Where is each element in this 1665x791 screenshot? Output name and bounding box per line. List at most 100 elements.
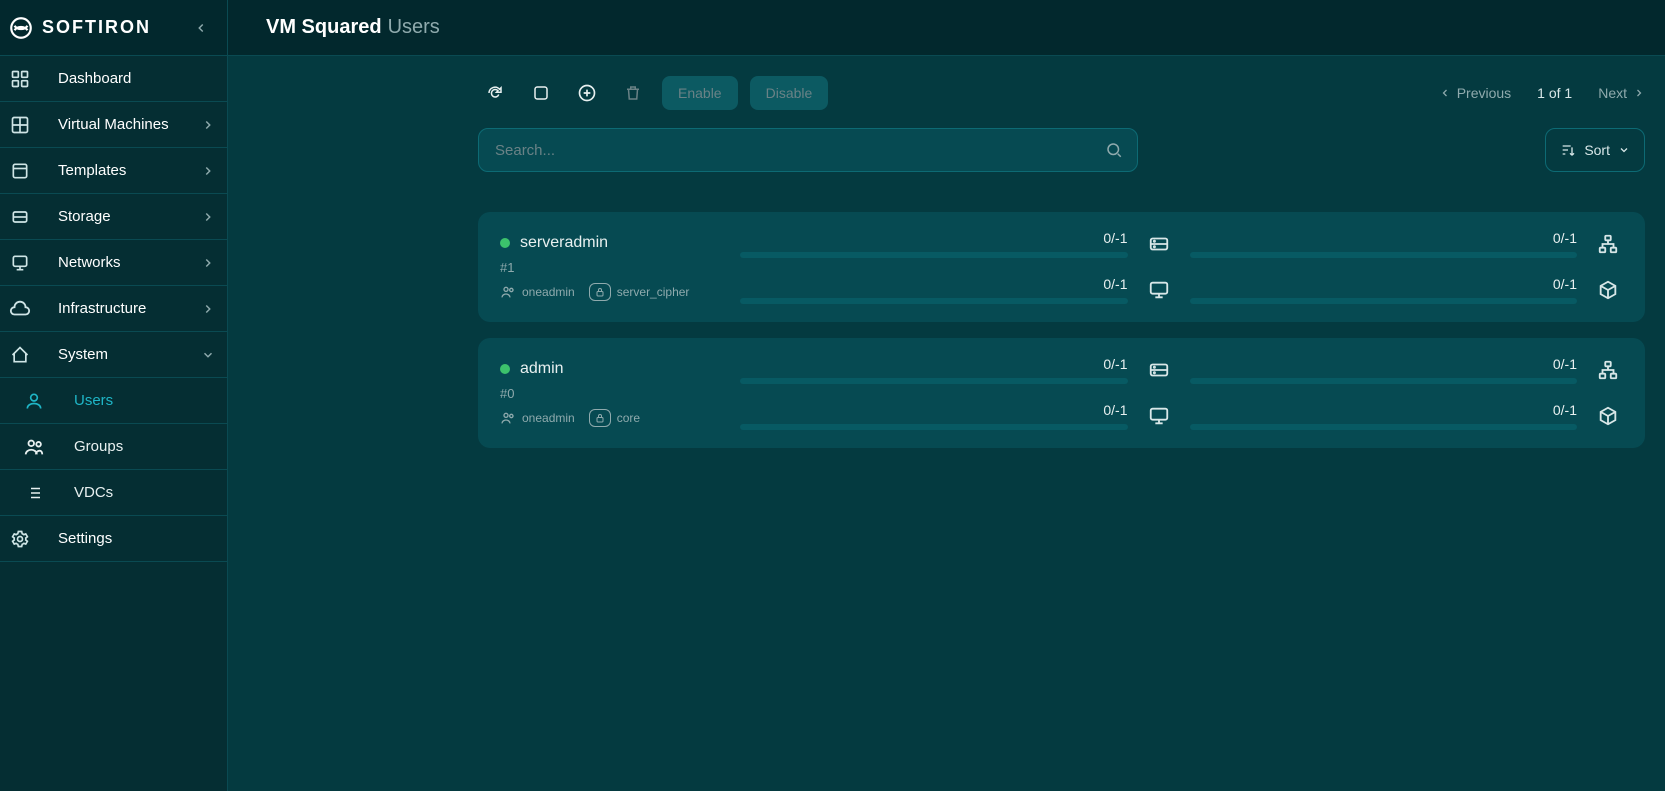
stat-network-value: 0/-1 bbox=[1553, 230, 1577, 246]
templates-icon bbox=[8, 161, 32, 181]
add-user-button[interactable] bbox=[570, 76, 604, 110]
sidebar-item-label: Groups bbox=[74, 438, 123, 455]
sidebar-item-label: Storage bbox=[58, 208, 201, 225]
network-icon bbox=[1593, 233, 1623, 255]
user-group-label: oneadmin bbox=[522, 411, 575, 425]
stat-image-value: 0/-1 bbox=[1553, 402, 1577, 418]
storage-icon bbox=[8, 207, 32, 227]
search-box[interactable] bbox=[478, 128, 1138, 172]
group-icon bbox=[500, 410, 516, 426]
sidebar-item-storage[interactable]: Storage bbox=[0, 194, 227, 240]
sort-icon bbox=[1560, 142, 1576, 158]
sidebar-item-label: System bbox=[58, 346, 201, 363]
select-all-checkbox[interactable] bbox=[524, 76, 558, 110]
user-id: #0 bbox=[500, 386, 740, 401]
sidebar-item-label: Dashboard bbox=[58, 70, 215, 87]
user-name: serveradmin bbox=[520, 234, 608, 252]
stat-network-value: 0/-1 bbox=[1553, 356, 1577, 372]
sidebar-item-label: Virtual Machines bbox=[58, 116, 201, 133]
stat-bar bbox=[740, 252, 1128, 258]
stat-vm-value: 0/-1 bbox=[1103, 276, 1127, 292]
status-dot bbox=[500, 238, 510, 248]
stat-bar bbox=[1190, 424, 1578, 430]
sidebar-item-label: Templates bbox=[58, 162, 201, 179]
datastore-icon bbox=[1144, 233, 1174, 255]
chevron-right-icon bbox=[201, 118, 215, 132]
previous-label: Previous bbox=[1457, 85, 1511, 101]
previous-button[interactable]: Previous bbox=[1439, 85, 1511, 101]
system-icon bbox=[8, 345, 32, 365]
disable-button-label: Disable bbox=[766, 85, 813, 101]
sort-label: Sort bbox=[1584, 142, 1610, 158]
gear-icon bbox=[8, 529, 32, 549]
lock-icon bbox=[589, 283, 611, 301]
user-card[interactable]: admin #0 oneadmin core bbox=[478, 338, 1645, 448]
sidebar-collapse-button[interactable] bbox=[187, 14, 215, 42]
sidebar-item-users[interactable]: Users bbox=[0, 378, 227, 424]
stat-bar bbox=[740, 378, 1128, 384]
sidebar-item-virtual-machines[interactable]: Virtual Machines bbox=[0, 102, 227, 148]
sort-button[interactable]: Sort bbox=[1545, 128, 1645, 172]
chevron-right-icon bbox=[201, 302, 215, 316]
sidebar-item-label: Users bbox=[74, 392, 113, 409]
stat-datastore-value: 0/-1 bbox=[1103, 356, 1127, 372]
user-card[interactable]: serveradmin #1 oneadmin server_cipher bbox=[478, 212, 1645, 322]
brand-name: SOFTIRON bbox=[42, 17, 151, 38]
vm-icon bbox=[8, 115, 32, 135]
user-group: oneadmin bbox=[500, 284, 575, 300]
stat-bar bbox=[1190, 378, 1578, 384]
breadcrumb-root: VM Squared bbox=[266, 16, 382, 39]
next-button[interactable]: Next bbox=[1598, 85, 1645, 101]
cube-icon bbox=[1593, 279, 1623, 301]
cube-icon bbox=[1593, 405, 1623, 427]
brand-logo: SOFTIRON bbox=[8, 15, 151, 41]
user-name: admin bbox=[520, 360, 564, 378]
chevron-right-icon bbox=[201, 164, 215, 178]
chevron-right-icon bbox=[201, 256, 215, 270]
enable-button-label: Enable bbox=[678, 85, 722, 101]
refresh-button[interactable] bbox=[478, 76, 512, 110]
chevron-down-icon bbox=[201, 348, 215, 362]
chevron-down-icon bbox=[1618, 144, 1630, 156]
stat-bar bbox=[1190, 252, 1578, 258]
enable-button[interactable]: Enable bbox=[662, 76, 738, 110]
stat-bar bbox=[1190, 298, 1578, 304]
lock-icon bbox=[589, 409, 611, 427]
sidebar-item-settings[interactable]: Settings bbox=[0, 516, 227, 562]
sidebar-item-vdcs[interactable]: VDCs bbox=[0, 470, 227, 516]
user-auth: server_cipher bbox=[589, 283, 690, 301]
monitor-icon bbox=[1144, 405, 1174, 427]
breadcrumb-leaf: Users bbox=[388, 16, 440, 39]
search-icon bbox=[1105, 141, 1123, 159]
user-icon bbox=[22, 391, 46, 411]
sidebar-item-label: Settings bbox=[58, 530, 215, 547]
search-input[interactable] bbox=[493, 141, 1105, 160]
delete-button[interactable] bbox=[616, 76, 650, 110]
dashboard-icon bbox=[8, 69, 32, 89]
disable-button[interactable]: Disable bbox=[750, 76, 829, 110]
chevron-right-icon bbox=[201, 210, 215, 224]
group-icon bbox=[500, 284, 516, 300]
page-info: 1 of 1 bbox=[1537, 85, 1572, 101]
monitor-icon bbox=[1144, 279, 1174, 301]
stat-bar bbox=[740, 424, 1128, 430]
sidebar-item-networks[interactable]: Networks bbox=[0, 240, 227, 286]
breadcrumb: VM Squared Users bbox=[228, 0, 1665, 55]
sidebar-item-groups[interactable]: Groups bbox=[0, 424, 227, 470]
sidebar-item-templates[interactable]: Templates bbox=[0, 148, 227, 194]
sidebar-item-infrastructure[interactable]: Infrastructure bbox=[0, 286, 227, 332]
next-label: Next bbox=[1598, 85, 1627, 101]
stat-bar bbox=[740, 298, 1128, 304]
stat-vm-value: 0/-1 bbox=[1103, 402, 1127, 418]
status-dot bbox=[500, 364, 510, 374]
networks-icon bbox=[8, 253, 32, 273]
user-group-label: oneadmin bbox=[522, 285, 575, 299]
user-auth-label: server_cipher bbox=[617, 285, 690, 299]
network-icon bbox=[1593, 359, 1623, 381]
sidebar-item-system[interactable]: System bbox=[0, 332, 227, 378]
sidebar: Dashboard Virtual Machines Templates bbox=[0, 56, 228, 791]
sidebar-item-dashboard[interactable]: Dashboard bbox=[0, 56, 227, 102]
infrastructure-icon bbox=[8, 298, 32, 320]
user-auth-label: core bbox=[617, 411, 640, 425]
user-id: #1 bbox=[500, 260, 740, 275]
